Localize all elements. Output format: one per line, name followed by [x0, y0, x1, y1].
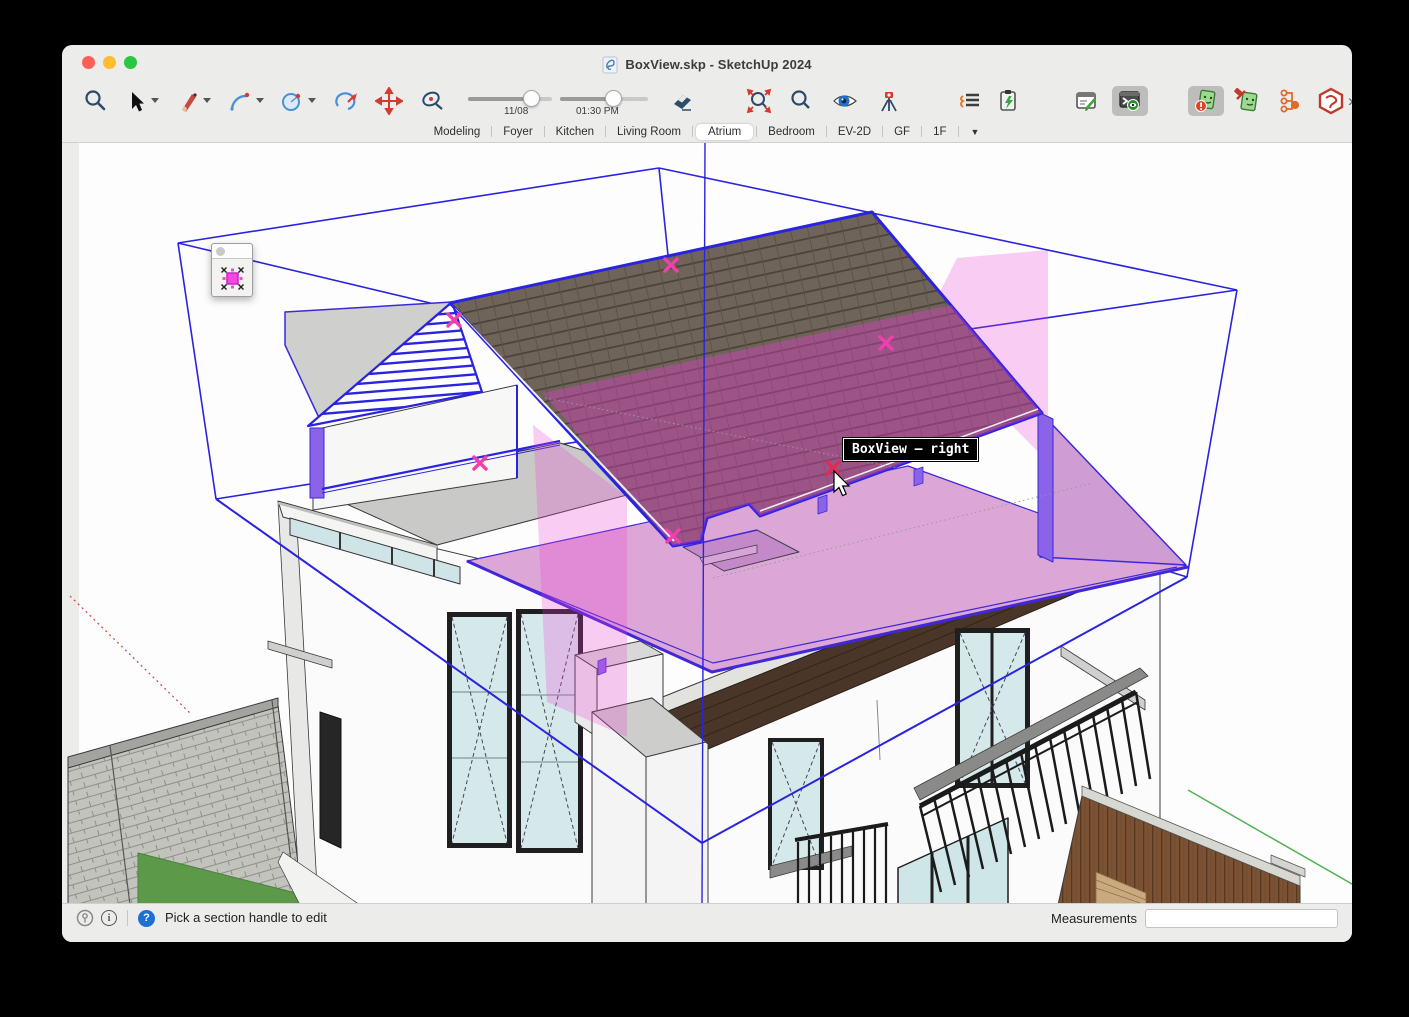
balcony-railing-small — [795, 824, 888, 903]
status-bar: i ? Pick a section handle to edit Measur… — [62, 903, 1352, 942]
generate-report-icon[interactable] — [952, 86, 986, 116]
tab-foyer[interactable]: Foyer — [492, 124, 543, 140]
palette-close-icon[interactable] — [216, 247, 225, 256]
shadow-time-slider[interactable]: 01:30 PM — [558, 86, 650, 116]
close-button[interactable] — [82, 56, 95, 69]
tab-overflow-arrow[interactable]: ▼ — [959, 125, 992, 139]
geolocation-icon[interactable] — [76, 909, 94, 927]
window-title: BoxView.skp - SketchUp 2024 — [625, 57, 811, 72]
rotate-tool-icon[interactable] — [328, 86, 362, 116]
eraser-icon[interactable] — [666, 86, 700, 116]
tab-atrium[interactable]: Atrium — [696, 124, 753, 140]
window — [768, 738, 824, 870]
panel-edit-icon[interactable] — [1070, 86, 1104, 116]
wall-post — [310, 428, 324, 498]
node-graph-icon[interactable] — [1272, 86, 1306, 116]
boxview-tool-palette[interactable] — [211, 243, 253, 297]
shadow-time-label: 01:30 PM — [576, 106, 619, 117]
status-hint: Pick a section handle to edit — [165, 910, 327, 925]
chevron-down-icon[interactable] — [308, 98, 316, 103]
tape-measure-icon[interactable] — [416, 86, 450, 116]
line-tool-icon[interactable] — [170, 86, 216, 116]
title-bar[interactable]: BoxView.skp - SketchUp 2024 — [62, 45, 1352, 80]
warehouse-cube-icon[interactable] — [1314, 86, 1348, 116]
tab-ev-2d[interactable]: EV-2D — [827, 124, 882, 140]
window — [447, 612, 512, 848]
move-tool-icon[interactable] — [372, 86, 406, 116]
toolbar-overflow-icon[interactable]: » — [1348, 91, 1352, 111]
sketchup-window: BoxView.skp - SketchUp 2024 — [62, 45, 1352, 942]
scene-tab-bar: Modeling Foyer Kitchen Living Room Atriu… — [62, 121, 1352, 143]
minimize-button[interactable] — [103, 56, 116, 69]
info-icon[interactable]: i — [101, 910, 117, 926]
shadow-date-label: 11/08 — [504, 106, 528, 117]
zoom-extents-icon[interactable] — [742, 86, 776, 116]
shadow-date-slider[interactable]: 11/08 — [466, 86, 554, 116]
measurements-input[interactable] — [1145, 909, 1338, 928]
wall-post — [1038, 412, 1053, 562]
tab-gf[interactable]: GF — [883, 124, 921, 140]
tab-bedroom[interactable]: Bedroom — [757, 124, 826, 140]
measurements-label: Measurements — [1051, 911, 1137, 926]
zoom-icon[interactable] — [784, 86, 818, 116]
inspector-issues-icon[interactable] — [1188, 86, 1224, 116]
console-preview-icon[interactable] — [1112, 86, 1148, 116]
palette-title-bar[interactable] — [212, 244, 252, 259]
inspector-fix-icon[interactable] — [1230, 86, 1264, 116]
model-scene[interactable] — [62, 143, 1352, 903]
zoom-button[interactable] — [124, 56, 137, 69]
tab-kitchen[interactable]: Kitchen — [545, 124, 605, 140]
arc-tool-icon[interactable] — [222, 86, 268, 116]
tab-1f[interactable]: 1F — [922, 124, 957, 140]
select-tool-icon[interactable] — [118, 86, 164, 116]
section-tooltip: BoxView — right — [843, 438, 978, 461]
tab-living-room[interactable]: Living Room — [606, 124, 692, 140]
chevron-down-icon[interactable] — [151, 98, 159, 103]
boxview-section-tool-icon[interactable] — [217, 263, 247, 293]
main-toolbar: 11/08 01:30 PM — [62, 80, 1352, 121]
help-icon[interactable]: ? — [138, 910, 155, 927]
chevron-down-icon[interactable] — [256, 98, 264, 103]
traffic-lights — [82, 56, 137, 69]
tab-modeling[interactable]: Modeling — [423, 124, 492, 140]
look-around-icon[interactable] — [828, 86, 862, 116]
instant-paste-icon[interactable] — [992, 86, 1026, 116]
search-icon[interactable] — [78, 86, 112, 116]
circle-tool-icon[interactable] — [274, 86, 320, 116]
document-icon — [602, 56, 618, 74]
model-viewport[interactable]: BoxView — right — [62, 143, 1352, 903]
desktop: BoxView.skp - SketchUp 2024 — [0, 0, 1409, 1017]
chevron-down-icon[interactable] — [203, 98, 211, 103]
position-camera-icon[interactable] — [872, 86, 906, 116]
